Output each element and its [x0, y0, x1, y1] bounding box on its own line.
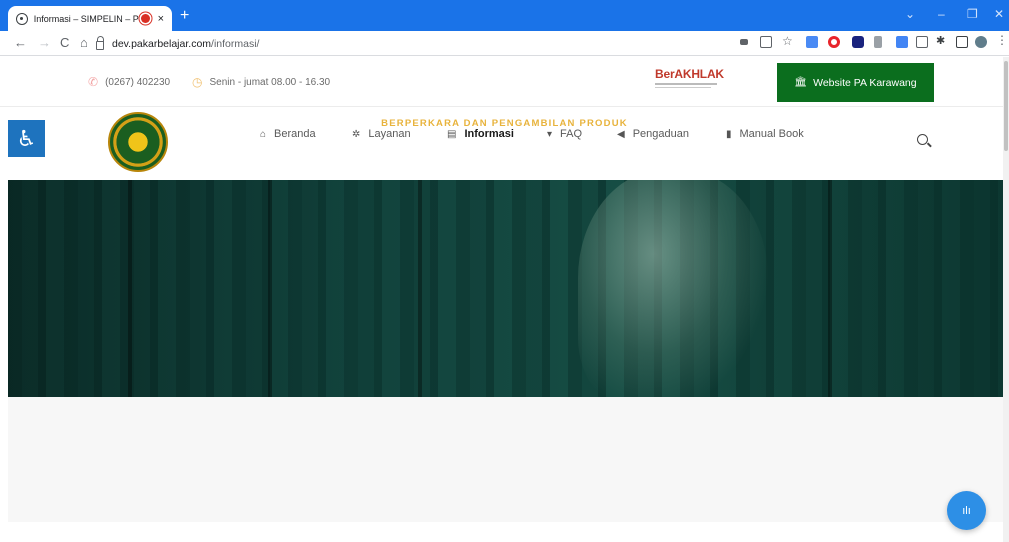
bookshelf-divider	[418, 180, 422, 397]
new-tab-button[interactable]: +	[180, 8, 189, 24]
bookmark-star-icon[interactable]: ☆	[782, 34, 794, 48]
bookshelf-divider	[268, 180, 272, 397]
share-icon[interactable]	[760, 36, 772, 48]
home-icon: ⌂	[260, 128, 267, 140]
puzzle-icon[interactable]: ✱	[936, 34, 948, 47]
content-area	[8, 397, 1006, 522]
voice-assistant-button[interactable]: ılı	[947, 491, 986, 530]
audio-wave-icon: ılı	[962, 504, 971, 517]
statue-image	[578, 180, 768, 397]
side-panel-icon[interactable]	[956, 36, 968, 48]
page-subtitle: BERPERKARA DAN PENGAMBILAN PRODUK	[381, 118, 628, 129]
page-footer-gap	[0, 522, 1009, 542]
nav-label: Informasi	[464, 128, 514, 140]
home-button-icon[interactable]: ⌂	[80, 35, 88, 50]
url-host: dev.pakarbelajar.com	[112, 37, 212, 50]
wheelchair-icon: ♿	[16, 125, 37, 151]
nav-item-beranda[interactable]: ⌂ Beranda	[260, 128, 316, 140]
gear-icon: ✲	[352, 128, 361, 140]
bookshelf-divider	[828, 180, 832, 397]
extension-clip-icon[interactable]	[874, 36, 882, 48]
megaphone-icon: ◀	[617, 128, 625, 140]
url-bar[interactable]: dev.pakarbelajar.com/informasi/	[96, 34, 726, 53]
search-icon[interactable]	[917, 134, 928, 145]
nav-label: Beranda	[274, 128, 316, 140]
page-title: Informasi	[432, 70, 577, 101]
minimize-button[interactable]: –	[938, 7, 945, 21]
hero-banner	[8, 180, 1006, 397]
tab-title: Informasi – SIMPELIN – Peng	[33, 13, 139, 24]
close-window-button[interactable]: ✕	[994, 7, 1004, 21]
nav-item-manual-book[interactable]: ▮ Manual Book	[726, 128, 804, 140]
opera-icon[interactable]	[828, 36, 840, 48]
restore-button[interactable]: ❐	[967, 7, 978, 21]
avatar[interactable]	[975, 36, 987, 48]
nav-label: Manual Book	[739, 128, 804, 140]
comment-icon: ▾	[547, 128, 553, 140]
bookshelf-divider	[128, 180, 132, 397]
nav-item-layanan[interactable]: ✲ Layanan	[352, 128, 411, 140]
camera-icon[interactable]	[740, 39, 748, 45]
tab-search-icon[interactable]: ⌄	[905, 7, 915, 21]
page-scrollbar[interactable]	[1003, 57, 1009, 542]
nav-item-faq[interactable]: ▾ FAQ	[547, 128, 582, 140]
browser-tab[interactable]: Informasi – SIMPELIN – Peng ×	[8, 6, 172, 31]
reload-icon[interactable]: C	[60, 35, 69, 50]
book-icon: ▮	[726, 128, 732, 140]
forward-icon[interactable]: →	[38, 35, 51, 50]
nav-label: Layanan	[368, 128, 411, 140]
globe-icon	[16, 12, 28, 25]
nav-item-pengaduan[interactable]: ◀ Pengaduan	[617, 128, 689, 140]
extension-people-icon[interactable]	[896, 36, 908, 48]
nav-label: FAQ	[560, 128, 583, 140]
recording-icon	[140, 14, 150, 23]
back-icon[interactable]: ←	[14, 35, 27, 50]
menu-kebab-icon[interactable]: ⋮	[996, 33, 1008, 47]
tab-close-button[interactable]: ×	[158, 13, 164, 25]
nav-item-informasi[interactable]: ▤ Informasi	[447, 128, 514, 140]
extension-translate-icon[interactable]	[806, 36, 818, 48]
url-path: /informasi/	[211, 37, 260, 50]
lock-icon	[96, 35, 104, 50]
address-bar-row: ← → C ⌂ dev.pakarbelajar.com/informasi/ …	[0, 31, 1009, 56]
url-text: dev.pakarbelajar.com/informasi/	[112, 38, 259, 50]
browser-tab-strip: Informasi – SIMPELIN – Peng × + ⌄ – ❐ ✕	[0, 0, 1009, 31]
scrollbar-thumb[interactable]	[1004, 61, 1008, 151]
extension-grad-icon[interactable]	[852, 36, 864, 48]
nav-label: Pengaduan	[632, 128, 689, 140]
newspaper-icon: ▤	[447, 128, 457, 140]
extension-cast-icon[interactable]	[916, 36, 928, 48]
